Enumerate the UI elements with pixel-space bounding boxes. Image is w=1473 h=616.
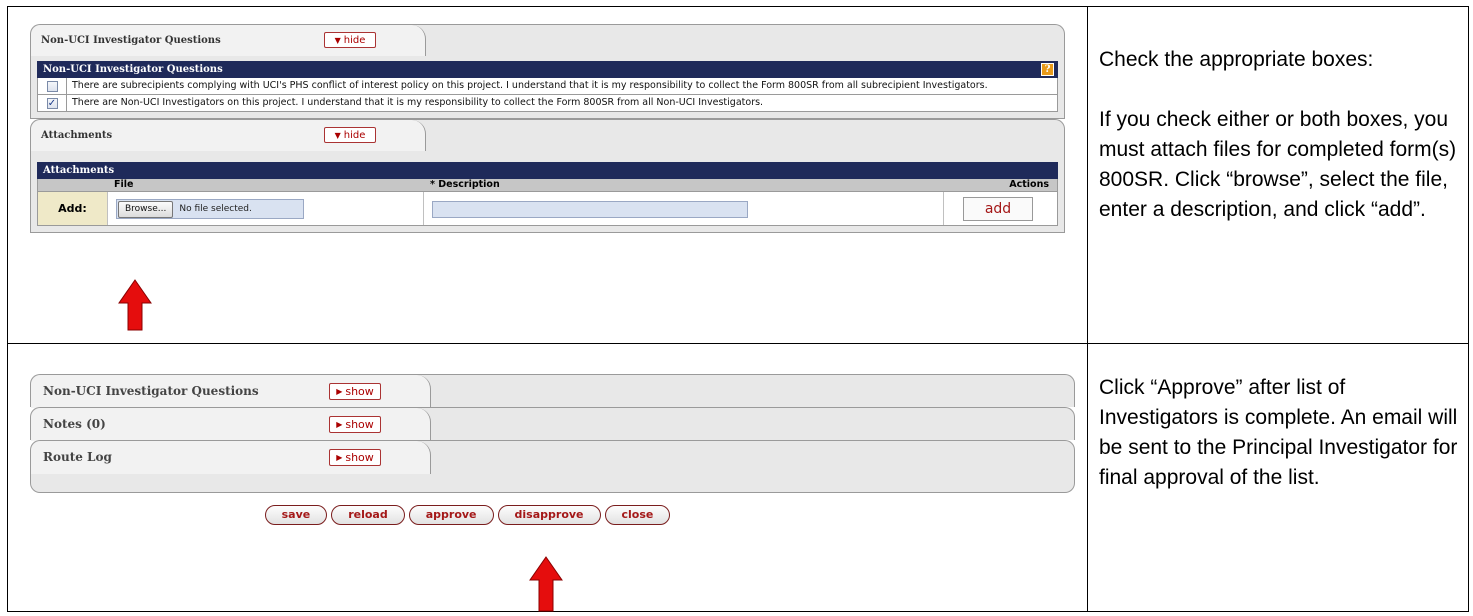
hide-button[interactable]: ▼ hide: [324, 127, 376, 143]
file-input[interactable]: Browse... No file selected.: [116, 199, 304, 219]
section-header-label: Attachments: [43, 165, 115, 176]
tab-title: Notes (0): [43, 417, 106, 431]
action-buttons: save reload approve disapprove close: [30, 505, 1075, 525]
screenshot-cell-1: Non-UCI Investigator Questions ▼ hide No…: [7, 6, 1088, 344]
close-button[interactable]: close: [604, 505, 671, 525]
disapprove-button[interactable]: disapprove: [497, 505, 601, 525]
non-uci-panel: Non-UCI Investigator Questions ? There a…: [30, 55, 1065, 119]
tab-title: Non-UCI Investigator Questions: [41, 35, 221, 46]
triangle-down-icon: ▼: [334, 130, 341, 140]
tab-container-footer: [30, 473, 1075, 493]
checkbox-checked[interactable]: ✓: [46, 97, 58, 109]
reload-button[interactable]: reload: [331, 505, 405, 525]
collapsed-tab: Notes (0) ▶ show: [30, 407, 1075, 441]
show-label: show: [345, 418, 374, 431]
tab-title: Attachments: [41, 130, 113, 141]
hide-button[interactable]: ▼ hide: [324, 32, 376, 48]
show-button[interactable]: ▶ show: [329, 383, 381, 400]
help-icon[interactable]: ?: [1041, 63, 1054, 76]
triangle-right-icon: ▶: [336, 420, 343, 429]
screenshot-2: Non-UCI Investigator Questions ▶ show No…: [30, 374, 1075, 525]
collapsed-tab: Non-UCI Investigator Questions ▶ show: [30, 374, 1075, 408]
approve-button[interactable]: approve: [408, 505, 494, 525]
screenshot-cell-2: Non-UCI Investigator Questions ▶ show No…: [7, 343, 1088, 612]
triangle-down-icon: ▼: [334, 35, 341, 45]
browse-button[interactable]: Browse...: [118, 200, 174, 218]
question-row: ✓ There are Non-UCI Investigators on thi…: [37, 95, 1058, 112]
checkbox-unchecked[interactable]: [46, 80, 58, 92]
add-button[interactable]: add: [963, 197, 1033, 221]
description-input[interactable]: [432, 201, 748, 218]
col-description: * Description: [430, 179, 500, 190]
section-header-label: Non-UCI Investigator Questions: [43, 64, 223, 75]
hide-label: hide: [343, 129, 366, 141]
no-file-text: No file selected.: [179, 204, 252, 214]
question-row: There are subrecipients complying with U…: [37, 78, 1058, 95]
show-button[interactable]: ▶ show: [329, 449, 381, 466]
instruction-text: If you check either or both boxes, you m…: [1099, 108, 1457, 221]
show-label: show: [345, 451, 374, 464]
tab-title: Non-UCI Investigator Questions: [43, 384, 259, 398]
col-file: File: [114, 179, 134, 190]
attachments-panel: Attachments File * Description Actions A…: [30, 150, 1065, 233]
triangle-right-icon: ▶: [336, 453, 343, 462]
section-header: Non-UCI Investigator Questions ?: [37, 61, 1058, 78]
hide-label: hide: [343, 34, 366, 46]
attachments-header-row: File * Description Actions: [37, 179, 1058, 192]
instruction-cell-1: Check the appropriate boxes: If you chec…: [1087, 6, 1469, 344]
question-text: There are subrecipients complying with U…: [72, 80, 988, 91]
instruction-cell-2: Click “Approve” after list of Investigat…: [1087, 343, 1469, 612]
attachments-tab: Attachments ▼ hide: [30, 119, 1065, 151]
question-text: There are Non-UCI Investigators on this …: [72, 97, 764, 108]
red-arrow-icon: [529, 556, 563, 612]
add-row: Add: Browse... No file selected. add: [37, 192, 1058, 226]
col-actions: Actions: [1009, 179, 1049, 190]
instruction-text: Click “Approve” after list of Investigat…: [1099, 376, 1458, 489]
tab-title: Route Log: [43, 450, 112, 464]
section-header: Attachments: [37, 162, 1058, 179]
save-button[interactable]: save: [264, 505, 328, 525]
instruction-text: Check the appropriate boxes:: [1099, 48, 1374, 71]
triangle-right-icon: ▶: [336, 387, 343, 396]
collapsed-tab: Route Log ▶ show: [30, 440, 1075, 474]
non-uci-tab: Non-UCI Investigator Questions ▼ hide: [30, 24, 1065, 56]
show-label: show: [345, 385, 374, 398]
screenshot-1: Non-UCI Investigator Questions ▼ hide No…: [30, 24, 1065, 233]
show-button[interactable]: ▶ show: [329, 416, 381, 433]
add-row-label: Add:: [38, 192, 108, 225]
instruction-table: Non-UCI Investigator Questions ▼ hide No…: [7, 6, 1469, 612]
red-arrow-icon: [118, 279, 152, 331]
